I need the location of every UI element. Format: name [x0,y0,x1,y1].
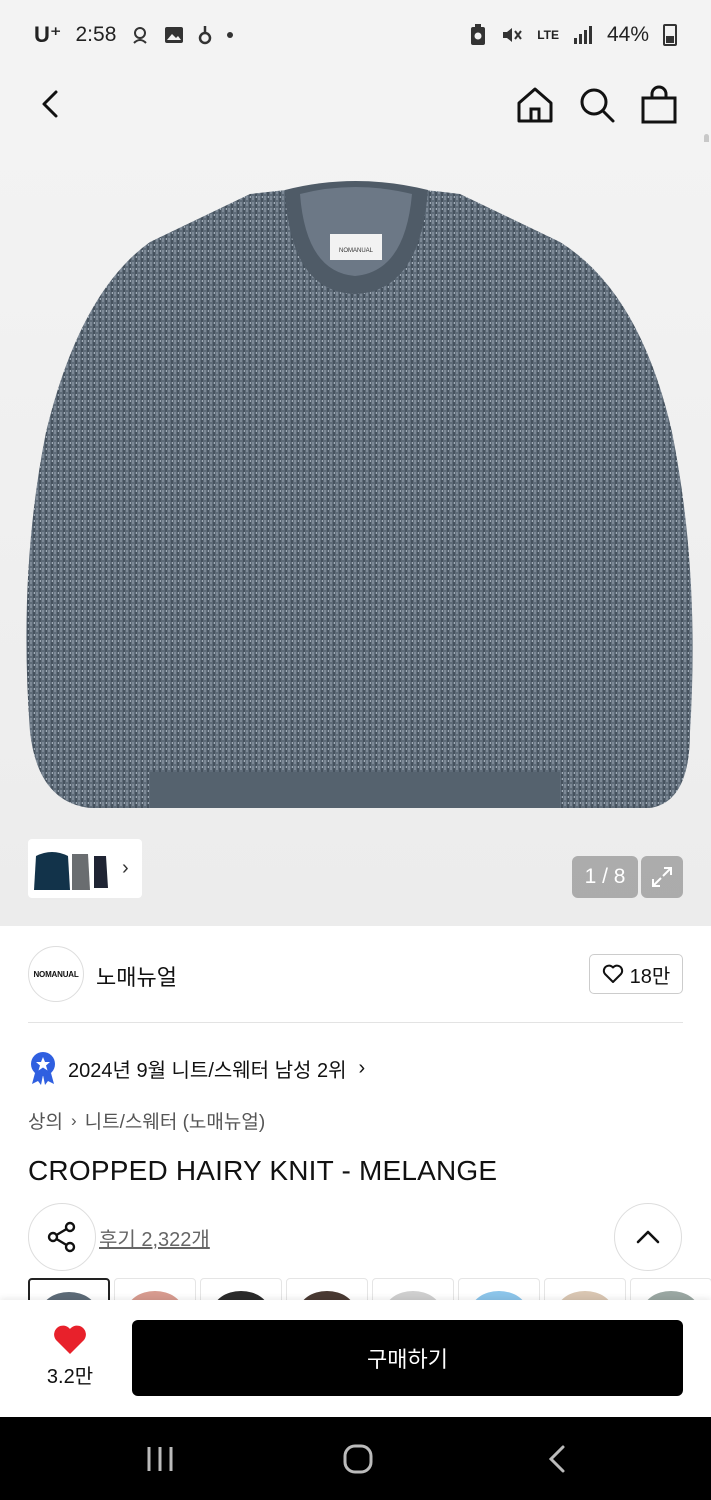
swatch-color [643,1291,699,1300]
wishlist-count: 3.2만 [46,1366,94,1388]
back-nav-icon[interactable] [538,1439,578,1479]
breadcrumb: 상의 › 니트/스웨터 (노매뉴얼) [28,1107,265,1134]
heart-icon [54,1325,86,1354]
breadcrumb-category[interactable]: 상의 [28,1107,63,1134]
heart-outline-icon [602,964,623,983]
swatch-color [127,1291,183,1300]
swatch-color [41,1292,97,1300]
brand-name[interactable]: 노매뉴얼 [96,960,177,992]
back-arrow-icon[interactable] [30,84,70,124]
swatch-color [299,1291,355,1300]
rank-medal-icon [31,1052,55,1085]
home-nav-icon[interactable] [338,1439,378,1479]
battery-percent: 44% [606,23,649,46]
variant-thumbnail-images [34,851,108,890]
color-swatch[interactable] [630,1278,711,1300]
brand-row[interactable]: NOMANUAL 노매뉴얼 18만 [28,946,683,1002]
swatch-color [557,1291,613,1300]
recent-apps-icon[interactable] [140,1439,180,1479]
status-bar: U⁺ 2:58 LTE 44% [0,0,711,70]
more-notifications-dot-icon [226,31,234,39]
shopping-bag-icon[interactable] [638,84,680,126]
network-type-label: LTE [537,27,559,42]
color-swatch[interactable] [286,1278,368,1300]
breadcrumb-subcategory[interactable]: 니트/스웨터 (노매뉴얼) [85,1107,266,1134]
ranking-link[interactable]: 2024년 9월 니트/스웨터 남성 2위 › [28,1050,365,1086]
divider [28,1022,683,1023]
search-icon[interactable] [576,84,618,126]
color-swatch[interactable] [544,1278,626,1300]
chevron-up-icon [636,1230,660,1244]
status-left: U⁺ 2:58 [34,22,234,48]
product-image-gallery[interactable]: NOMANUAL › 1 / 8 [0,142,711,926]
product-photo: NOMANUAL [26,181,693,808]
color-variant-thumbnails[interactable]: › [28,839,142,898]
scroll-to-top-button[interactable] [614,1203,682,1271]
brand-like-count: 18만 [629,965,671,988]
review-count-link[interactable]: 후기 2,322개 [99,1223,210,1252]
battery-saver-icon [469,24,487,46]
color-swatch[interactable] [458,1278,540,1300]
expand-icon [652,867,672,887]
color-swatch-list [28,1278,711,1300]
ranking-text: 2024년 9월 니트/스웨터 남성 2위 [68,1059,347,1082]
color-swatch[interactable] [200,1278,282,1300]
color-swatch[interactable] [28,1278,110,1300]
neck-label: NOMANUAL [339,248,374,254]
share-button[interactable] [28,1203,96,1271]
thumbnails-chevron-icon: › [122,857,129,879]
notification-icon [130,25,150,45]
image-page-counter: 1 / 8 [572,856,638,898]
home-icon[interactable] [514,84,556,126]
product-title: CROPPED HAIRY KNIT - MELANGE [28,1155,498,1186]
clock: 2:58 [75,23,117,46]
breadcrumb-separator-icon: › [70,1110,77,1130]
signal-icon [573,26,593,44]
battery-icon [663,24,677,46]
share-icon [47,1221,76,1253]
color-swatch[interactable] [114,1278,196,1300]
top-app-bar [0,70,711,208]
mute-icon [501,25,523,45]
gallery-icon [164,25,184,45]
brand-logo[interactable]: NOMANUAL [28,946,84,1002]
expand-button[interactable] [641,856,683,898]
brand-like-button[interactable]: 18만 [589,954,683,994]
swatch-color [385,1291,441,1300]
swatch-color [471,1291,527,1300]
buy-button[interactable]: 구매하기 [132,1320,683,1396]
system-navigation-bar [0,1417,711,1500]
wishlist-button[interactable]: 3.2만 [30,1324,110,1389]
swatch-color [213,1291,269,1300]
carrier-label: U⁺ [34,22,62,47]
app-notification-icon [198,25,212,45]
purchase-bar: 3.2만 구매하기 [0,1300,711,1417]
color-swatch[interactable] [372,1278,454,1300]
status-right: LTE 44% [469,23,677,47]
ranking-chevron-icon: › [358,1056,366,1079]
